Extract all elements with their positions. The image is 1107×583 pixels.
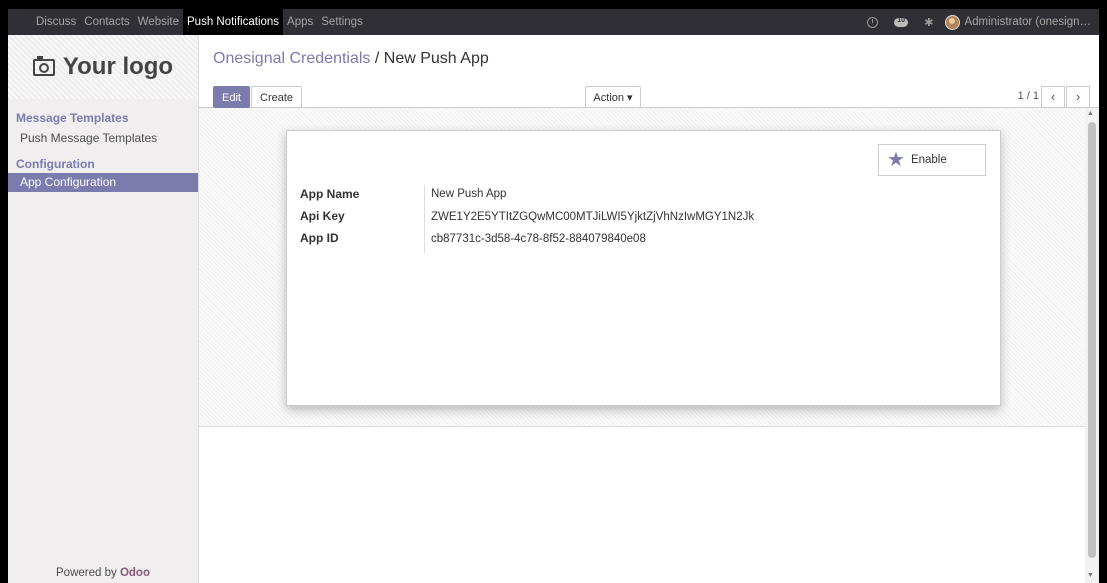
top-navbar: Discuss Contacts Website Push Notificati…: [8, 9, 1099, 35]
pager-next-icon[interactable]: ›: [1066, 86, 1090, 108]
debug-bug-icon[interactable]: ✱: [924, 16, 933, 29]
enable-label: Enable: [910, 154, 947, 166]
systray: 10 ✱ Administrator (onesign…: [867, 9, 1091, 35]
label-app-id: App ID: [300, 231, 339, 245]
scroll-up-icon[interactable]: ▲: [1087, 110, 1094, 117]
value-api-key: ZWE1Y2E5YTItZGQwMC00MTJiLWI5YjktZjVhNzIw…: [431, 211, 755, 223]
sheet-background: ★ Enable App Name New Push App Api Key Z…: [199, 108, 1085, 427]
menu-website[interactable]: Website: [134, 9, 183, 35]
sidebar: Your logo Message Templates Push Message…: [8, 35, 199, 583]
app-window: Discuss Contacts Website Push Notificati…: [8, 9, 1099, 583]
user-avatar[interactable]: [945, 14, 961, 30]
edit-button[interactable]: Edit: [213, 86, 250, 108]
label-api-key: Api Key: [300, 209, 345, 223]
camera-icon: [32, 55, 55, 76]
user-menu[interactable]: Administrator (onesign…: [964, 16, 1091, 28]
form-view: ★ Enable App Name New Push App Api Key Z…: [199, 108, 1085, 583]
breadcrumb: Onesignal Credentials / New Push App: [213, 50, 489, 68]
scroll-down-icon[interactable]: ▼: [1087, 572, 1094, 579]
chat-count-badge: 10: [897, 16, 906, 24]
pager-previous-icon[interactable]: ‹: [1041, 86, 1065, 108]
scrollbar-thumb[interactable]: [1088, 122, 1096, 558]
app-menu: Discuss Contacts Website Push Notificati…: [8, 9, 367, 35]
value-app-id: cb87731c-3d58-4c78-8f52-884079840e08: [431, 233, 646, 245]
menu-apps[interactable]: Apps: [283, 9, 317, 35]
odoo-link[interactable]: Odoo: [120, 567, 150, 579]
form-sheet: ★ Enable App Name New Push App Api Key Z…: [286, 130, 1001, 406]
logo-text: Your logo: [62, 53, 174, 80]
value-app-name: New Push App: [431, 188, 507, 200]
control-panel: Onesignal Credentials / New Push App Edi…: [199, 35, 1099, 108]
label-app-name: App Name: [300, 187, 360, 201]
menu-discuss[interactable]: Discuss: [8, 9, 80, 35]
menu-contacts[interactable]: Contacts: [80, 9, 133, 35]
enable-button[interactable]: ★ Enable: [878, 144, 986, 176]
powered-by: Powered by Odoo: [56, 567, 150, 579]
menu-settings[interactable]: Settings: [317, 9, 367, 35]
menu-push-notifications[interactable]: Push Notifications: [183, 9, 284, 35]
chat-bubble-icon[interactable]: 10: [894, 16, 909, 27]
create-button[interactable]: Create: [251, 86, 303, 108]
field-divider: [424, 185, 425, 253]
sidebar-item-push-message-templates[interactable]: Push Message Templates: [8, 129, 198, 148]
sidebar-item-app-configuration[interactable]: App Configuration: [8, 173, 198, 192]
action-dropdown[interactable]: Action ▾: [585, 86, 641, 108]
activity-clock-icon[interactable]: [867, 16, 879, 28]
sidebar-section-message-templates: Message Templates: [16, 111, 129, 125]
breadcrumb-parent[interactable]: Onesignal Credentials: [213, 50, 370, 67]
company-logo[interactable]: Your logo: [8, 35, 198, 99]
pager-value[interactable]: 1 / 1: [1018, 90, 1039, 102]
star-icon: ★: [887, 149, 905, 171]
sidebar-section-configuration: Configuration: [16, 157, 95, 171]
breadcrumb-current: New Push App: [383, 50, 489, 67]
breadcrumb-separator: /: [374, 50, 380, 67]
vertical-scrollbar[interactable]: ▲ ▼: [1085, 108, 1099, 583]
